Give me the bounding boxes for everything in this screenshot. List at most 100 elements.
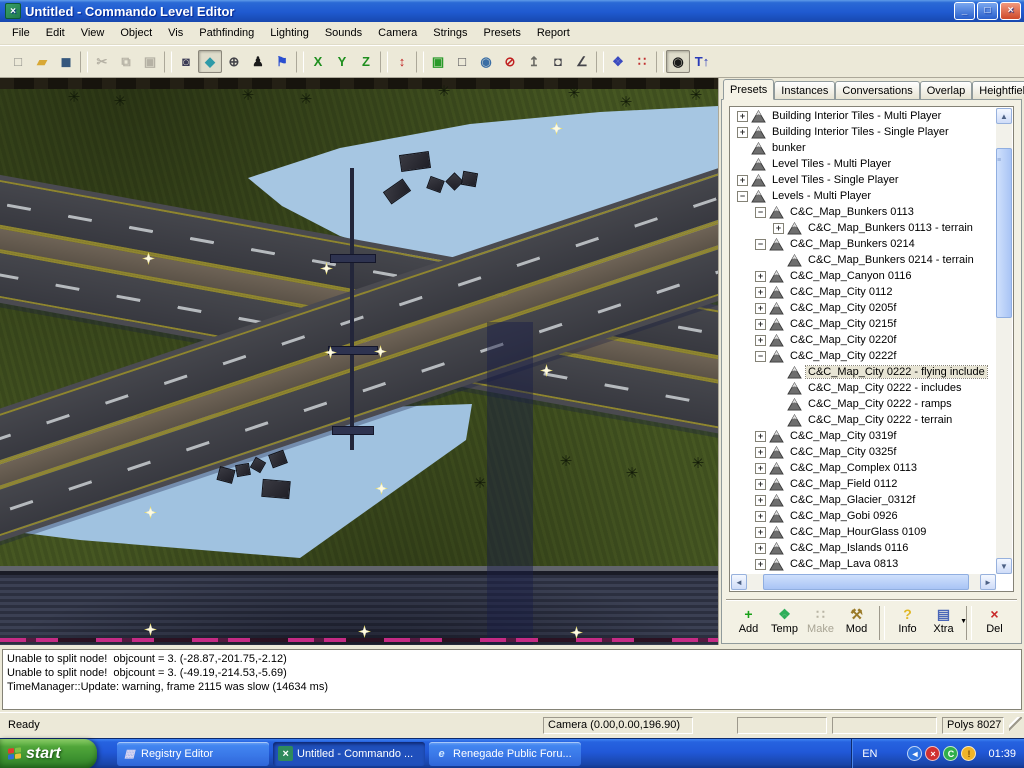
paste-button[interactable]: ▣ <box>138 50 162 73</box>
camera-settings-button[interactable]: ◘ <box>546 50 570 73</box>
menu-item[interactable]: Vis <box>160 24 191 42</box>
resize-grip[interactable] <box>1009 717 1022 734</box>
tree-expander[interactable] <box>755 207 766 218</box>
minimize-button[interactable]: _ <box>954 2 975 20</box>
tree-item[interactable]: C&C_Map_Bunkers 0214 <box>731 236 996 252</box>
tree-item[interactable]: C&C_Map_Field 0112 <box>731 476 996 492</box>
tree-expander[interactable] <box>737 191 748 202</box>
task-commando-editor[interactable]: × Untitled - Commando ... <box>273 742 425 766</box>
menu-item[interactable]: File <box>4 24 38 42</box>
panel-tab[interactable]: Heightfield <box>972 81 1024 99</box>
tree-item[interactable]: Levels - Multi Player <box>731 188 996 204</box>
tree-expander[interactable] <box>755 431 766 442</box>
tree-item[interactable]: C&C_Map_Bunkers 0113 - terrain <box>731 220 996 236</box>
show-objects-button[interactable]: ◉ <box>474 50 498 73</box>
info-button[interactable]: ? Info ▼ <box>891 606 924 635</box>
scroll-down-icon[interactable]: ▼ <box>996 558 1012 574</box>
save-button[interactable]: ◼ <box>54 50 78 73</box>
scroll-track[interactable] <box>969 574 980 590</box>
drop-to-ground-button[interactable]: ↕ <box>390 50 414 73</box>
tree-item[interactable]: C&C_Map_City 0222 - flying include <box>731 364 996 380</box>
add-button[interactable]: + Add ▼ <box>732 606 765 635</box>
tree-expander[interactable] <box>755 239 766 250</box>
hide-objects-button[interactable]: ⊘ <box>498 50 522 73</box>
viewport-scene[interactable]: ✳✳✳✳✳✳✳✳✳✳✳✳ <box>0 78 718 645</box>
zone-edit-button[interactable]: ∠ <box>570 50 594 73</box>
solid-mode-button[interactable]: ▣ <box>426 50 450 73</box>
tree-expander[interactable] <box>755 319 766 330</box>
tree-item[interactable]: C&C_Map_City 0319f <box>731 428 996 444</box>
render-teapot-button[interactable]: ◆ <box>198 50 222 73</box>
tree-expander[interactable] <box>755 479 766 490</box>
tree-item[interactable]: Building Interior Tiles - Multi Player <box>731 108 996 124</box>
vertical-scroll-thumb[interactable]: ≡ <box>996 148 1012 318</box>
axis-z-button[interactable]: Z <box>354 50 378 73</box>
menu-item[interactable]: View <box>73 24 113 42</box>
wireframe-mode-button[interactable]: □ <box>450 50 474 73</box>
cut-button[interactable]: ✂ <box>90 50 114 73</box>
antivirus-tray-icon[interactable]: C <box>943 746 958 761</box>
menu-item[interactable]: Lighting <box>262 24 317 42</box>
tree-expander[interactable] <box>755 447 766 458</box>
del-button[interactable]: × Del ▼ <box>978 606 1011 635</box>
camera-mode-button[interactable]: ◙ <box>174 50 198 73</box>
tree-horizontal-scrollbar[interactable]: ◄ ► <box>731 574 996 590</box>
tree-item[interactable]: C&C_Map_HourGlass 0109 <box>731 524 996 540</box>
menu-item[interactable]: Camera <box>370 24 425 42</box>
scroll-up-icon[interactable]: ▲ <box>996 108 1012 124</box>
tree-item[interactable]: bunker <box>731 140 996 156</box>
start-button[interactable]: start <box>0 739 97 768</box>
copy-button[interactable]: ⧉ <box>114 50 138 73</box>
tree-expander[interactable] <box>737 127 748 138</box>
tree-expander[interactable] <box>755 271 766 282</box>
alert-tray-icon[interactable]: × <box>925 746 940 761</box>
visibility-eye-button[interactable]: ◉ <box>666 50 690 73</box>
tree-expander[interactable] <box>755 495 766 506</box>
tree-item[interactable]: C&C_Map_City 0222 - includes <box>731 380 996 396</box>
waypath-flag-button[interactable]: ⚑ <box>270 50 294 73</box>
task-renegade-forum[interactable]: e Renegade Public Foru... <box>429 742 581 766</box>
menu-item[interactable]: Report <box>529 24 578 42</box>
tree-item[interactable]: C&C_Map_Gobi 0926 <box>731 508 996 524</box>
tree-item[interactable]: C&C_Map_Bunkers 0214 - terrain <box>731 252 996 268</box>
text-labels-button[interactable]: T↑ <box>690 50 714 73</box>
menu-item[interactable]: Strings <box>425 24 475 42</box>
language-indicator[interactable]: EN <box>862 748 877 760</box>
menu-item[interactable]: Sounds <box>317 24 370 42</box>
tree-expander[interactable] <box>755 463 766 474</box>
tree-item[interactable]: C&C_Map_City 0112 <box>731 284 996 300</box>
tree-item[interactable]: C&C_Map_City 0205f <box>731 300 996 316</box>
tree-item[interactable]: Level Tiles - Multi Player <box>731 156 996 172</box>
import-button[interactable]: ↥ <box>522 50 546 73</box>
panel-tab[interactable]: Overlap <box>920 81 973 99</box>
walk-mode-button[interactable]: ♟ <box>246 50 270 73</box>
menu-item[interactable]: Object <box>112 24 160 42</box>
tree-item[interactable]: C&C_Map_Glacier_0312f <box>731 492 996 508</box>
hide-tray-icons-chevron[interactable]: ◄ <box>907 746 922 761</box>
tree-expander[interactable] <box>773 223 784 234</box>
axis-x-button[interactable]: X <box>306 50 330 73</box>
tree-item[interactable]: C&C_Map_Canyon 0116 <box>731 268 996 284</box>
menu-item[interactable]: Presets <box>476 24 529 42</box>
tree-vertical-scrollbar[interactable]: ▲ ≡ ▼ <box>996 108 1012 574</box>
tree-item[interactable]: Level Tiles - Single Player <box>731 172 996 188</box>
tree-item[interactable]: C&C_Map_City 0222 - terrain <box>731 412 996 428</box>
tree-item[interactable]: C&C_Map_Complex 0113 <box>731 460 996 476</box>
snap-points-button[interactable]: ∷ <box>630 50 654 73</box>
tree-expander[interactable] <box>755 559 766 570</box>
tree-expander[interactable] <box>755 351 766 362</box>
open-file-button[interactable]: ▰ <box>30 50 54 73</box>
new-file-button[interactable]: □ <box>6 50 30 73</box>
xtra-button[interactable]: ▤ Xtra ▼ <box>927 606 960 635</box>
mod-button[interactable]: ⚒ Mod ▼ <box>840 606 873 635</box>
menu-item[interactable]: Pathfinding <box>191 24 262 42</box>
panel-tab[interactable]: Instances <box>774 81 835 99</box>
materials-button[interactable]: ❖ <box>606 50 630 73</box>
tree-expander[interactable] <box>755 543 766 554</box>
tree-item[interactable]: C&C_Map_City 0325f <box>731 444 996 460</box>
tree-item[interactable]: C&C_Map_City 0222 - ramps <box>731 396 996 412</box>
orbit-axis-button[interactable]: ⊕ <box>222 50 246 73</box>
security-warning-tray-icon[interactable]: ! <box>961 746 976 761</box>
make-button[interactable]: ∷ Make ▼ <box>804 606 837 635</box>
horizontal-scroll-thumb[interactable] <box>763 574 969 590</box>
